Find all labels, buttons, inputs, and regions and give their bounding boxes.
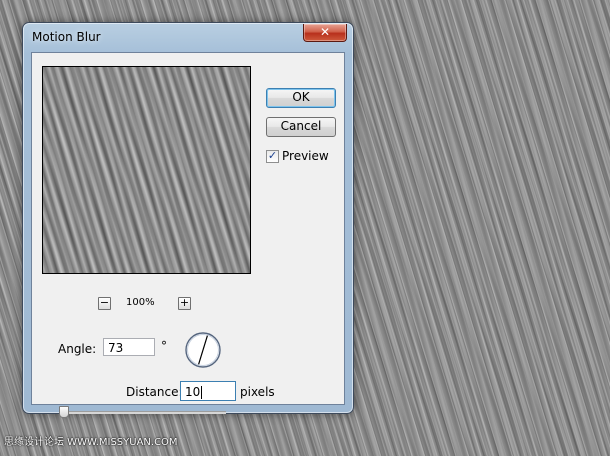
plus-icon: +: [179, 296, 190, 309]
distance-slider-thumb[interactable]: [59, 406, 69, 418]
distance-value: 10: [185, 385, 201, 399]
zoom-in-button[interactable]: +: [178, 297, 191, 310]
dialog-title: Motion Blur: [32, 30, 101, 44]
zoom-controls: − 100% +: [98, 297, 198, 311]
close-icon: ✕: [319, 25, 331, 39]
preview-label[interactable]: Preview: [282, 149, 329, 163]
zoom-level: 100%: [126, 297, 155, 308]
preview-checkbox[interactable]: ✓: [266, 150, 279, 163]
minus-icon: −: [99, 296, 110, 309]
preview-image[interactable]: [42, 66, 251, 274]
angle-dial-icon[interactable]: [184, 331, 222, 369]
ok-button[interactable]: OK: [266, 88, 336, 108]
distance-units-label: pixels: [240, 385, 275, 399]
angle-label: Angle:: [58, 342, 97, 356]
cancel-button[interactable]: Cancel: [266, 117, 336, 137]
close-button[interactable]: ✕: [303, 24, 347, 42]
distance-slider-track[interactable]: [60, 411, 226, 414]
motion-blur-dialog: Motion Blur ✕ − 100% + OK Cancel ✓ Previ…: [22, 22, 354, 418]
zoom-out-button[interactable]: −: [98, 297, 111, 310]
text-caret: [201, 386, 203, 399]
dialog-client-area: − 100% + OK Cancel ✓ Preview Angle: 73 °…: [31, 52, 345, 418]
distance-label: Distance:: [126, 385, 183, 399]
watermark-text: 思缘设计论坛 WWW.MISSYUAN.COM: [4, 437, 178, 448]
degree-symbol: °: [161, 339, 167, 353]
distance-input[interactable]: 10: [180, 381, 236, 401]
angle-input[interactable]: 73: [103, 338, 155, 356]
